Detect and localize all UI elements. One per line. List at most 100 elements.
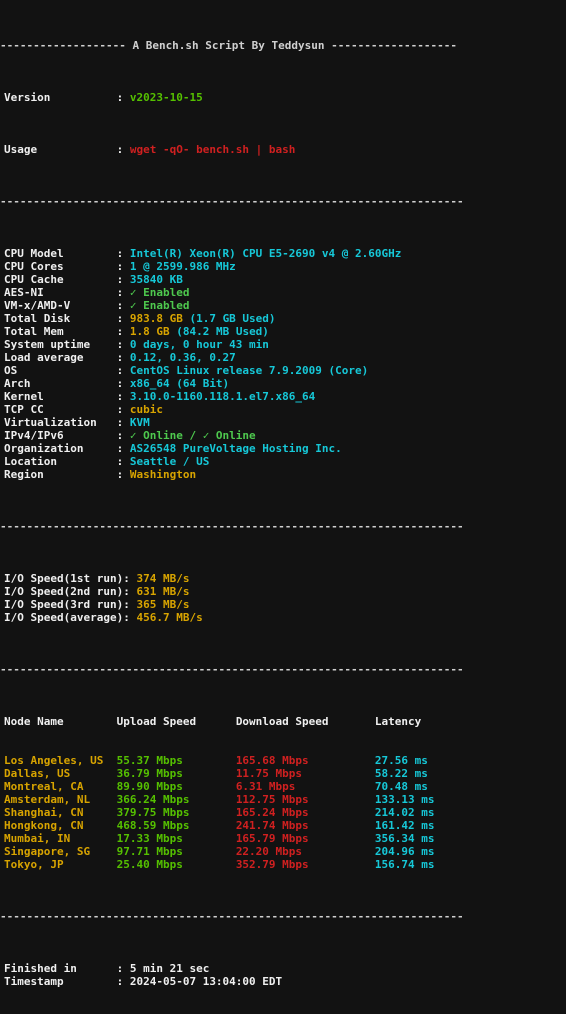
version-colon: : <box>117 91 130 104</box>
speedtest-upload-speed: 97.71 Mbps <box>117 845 236 858</box>
sysinfo-colon: : <box>117 299 130 312</box>
version-row: Version : v2023-10-15 <box>0 91 566 104</box>
speedtest-download-speed: 165.24 Mbps <box>236 806 375 819</box>
speedtest-latency: 27.56 ms <box>375 754 428 767</box>
sysinfo-value: ✓ Online / ✓ Online <box>130 429 256 442</box>
footer-row: Timestamp : 2024-05-07 13:04:00 EDT <box>0 975 566 988</box>
sysinfo-label: Organization <box>4 442 117 455</box>
sysinfo-colon: : <box>117 364 130 377</box>
speedtest-node-name: Amsterdam, NL <box>4 793 117 806</box>
sysinfo-colon: : <box>117 416 130 429</box>
speedtest-node-name: Dallas, US <box>4 767 117 780</box>
io-speed-label: I/O Speed(1st run) <box>4 572 123 585</box>
sysinfo-label: Region <box>4 468 117 481</box>
sysinfo-row: Organization : AS26548 PureVoltage Hosti… <box>0 442 566 455</box>
sysinfo-label: TCP CC <box>4 403 117 416</box>
io-speed-row: I/O Speed(2nd run): 631 MB/s <box>0 585 566 598</box>
speedtest-latency: 156.74 ms <box>375 858 435 871</box>
speedtest-row: Amsterdam, NL 366.24 Mbps 112.75 Mbps 13… <box>0 793 566 806</box>
io-speed-label: I/O Speed(average) <box>4 611 123 624</box>
speedtest-row: Hongkong, CN 468.59 Mbps 241.74 Mbps 161… <box>0 819 566 832</box>
sysinfo-label: System uptime <box>4 338 117 351</box>
speedtest-row: Shanghai, CN 379.75 Mbps 165.24 Mbps 214… <box>0 806 566 819</box>
sysinfo-value-extra: (84.2 MB Used) <box>170 325 269 338</box>
sysinfo-label: Location <box>4 455 117 468</box>
io-speed-block: I/O Speed(1st run): 374 MB/sI/O Speed(2n… <box>0 572 566 624</box>
speedtest-node-name: Hongkong, CN <box>4 819 117 832</box>
speedtest-download-speed: 6.31 Mbps <box>236 780 375 793</box>
speedtest-latency: 161.42 ms <box>375 819 435 832</box>
column-header-download-speed: Download Speed <box>236 715 375 728</box>
speedtest-node-name: Los Angeles, US <box>4 754 117 767</box>
sysinfo-value: ✓ Enabled <box>130 286 190 299</box>
speedtest-latency: 133.13 ms <box>375 793 435 806</box>
sysinfo-row: Location : Seattle / US <box>0 455 566 468</box>
sysinfo-value: KVM <box>130 416 150 429</box>
speedtest-row: Tokyo, JP 25.40 Mbps 352.79 Mbps 156.74 … <box>0 858 566 871</box>
sysinfo-row: CPU Model : Intel(R) Xeon(R) CPU E5-2690… <box>0 247 566 260</box>
usage-row: Usage : wget -qO- bench.sh | bash <box>0 143 566 156</box>
version-value: v2023-10-15 <box>130 91 203 104</box>
sysinfo-value: 3.10.0-1160.118.1.el7.x86_64 <box>130 390 315 403</box>
sysinfo-row: VM-x/AMD-V : ✓ Enabled <box>0 299 566 312</box>
sysinfo-row: TCP CC : cubic <box>0 403 566 416</box>
sysinfo-row: System uptime : 0 days, 0 hour 43 min <box>0 338 566 351</box>
speedtest-latency: 214.02 ms <box>375 806 435 819</box>
sysinfo-value: Intel(R) Xeon(R) CPU E5-2690 v4 @ 2.60GH… <box>130 247 402 260</box>
sysinfo-value: 1.8 GB <box>130 325 170 338</box>
io-speed-row: I/O Speed(3rd run): 365 MB/s <box>0 598 566 611</box>
sysinfo-label: Kernel <box>4 390 117 403</box>
speedtest-latency: 204.96 ms <box>375 845 435 858</box>
footer-row: Finished in : 5 min 21 sec <box>0 962 566 975</box>
sysinfo-row: Total Mem : 1.8 GB (84.2 MB Used) <box>0 325 566 338</box>
sysinfo-value: CentOS Linux release 7.9.2009 (Core) <box>130 364 368 377</box>
speedtest-upload-speed: 379.75 Mbps <box>117 806 236 819</box>
sysinfo-colon: : <box>117 390 130 403</box>
separator-line-3: ----------------------------------------… <box>0 663 566 676</box>
io-speed-row: I/O Speed(1st run): 374 MB/s <box>0 572 566 585</box>
sysinfo-colon: : <box>117 351 130 364</box>
speedtest-row: Dallas, US 36.79 Mbps 11.75 Mbps 58.22 m… <box>0 767 566 780</box>
speedtest-latency: 356.34 ms <box>375 832 435 845</box>
speedtest-latency: 58.22 ms <box>375 767 428 780</box>
speedtest-upload-speed: 468.59 Mbps <box>117 819 236 832</box>
speedtest-upload-speed: 36.79 Mbps <box>117 767 236 780</box>
sysinfo-value: Seattle / US <box>130 455 209 468</box>
sysinfo-value: 983.8 GB <box>130 312 183 325</box>
footer-value: 2024-05-07 13:04:00 EDT <box>130 975 282 988</box>
sysinfo-colon: : <box>117 442 130 455</box>
sysinfo-row: Virtualization : KVM <box>0 416 566 429</box>
io-speed-colon: : <box>123 611 136 624</box>
speedtest-upload-speed: 89.90 Mbps <box>117 780 236 793</box>
speedtest-download-speed: 11.75 Mbps <box>236 767 375 780</box>
speedtest-results-block: Los Angeles, US 55.37 Mbps 165.68 Mbps 2… <box>0 754 566 871</box>
usage-colon: : <box>117 143 130 156</box>
speedtest-download-speed: 165.68 Mbps <box>236 754 375 767</box>
sysinfo-value: 0.12, 0.36, 0.27 <box>130 351 236 364</box>
column-header-latency: Latency <box>375 715 421 728</box>
sysinfo-label: Total Disk <box>4 312 117 325</box>
sysinfo-colon: : <box>117 260 130 273</box>
separator-line-4: ----------------------------------------… <box>0 910 566 923</box>
footer-label: Timestamp <box>4 975 117 988</box>
footer-colon: : <box>117 962 130 975</box>
speedtest-row: Montreal, CA 89.90 Mbps 6.31 Mbps 70.48 … <box>0 780 566 793</box>
title-separator-line: ------------------- A Bench.sh Script By… <box>0 39 566 52</box>
footer-label: Finished in <box>4 962 117 975</box>
sysinfo-value-extra: (1.7 GB Used) <box>183 312 276 325</box>
io-speed-value: 456.7 MB/s <box>136 611 202 624</box>
speedtest-node-name: Shanghai, CN <box>4 806 117 819</box>
sysinfo-colon: : <box>117 312 130 325</box>
sysinfo-value: cubic <box>130 403 163 416</box>
sysinfo-value: x86_64 (64 Bit) <box>130 377 229 390</box>
sysinfo-row: Region : Washington <box>0 468 566 481</box>
sysinfo-row: CPU Cache : 35840 KB <box>0 273 566 286</box>
io-speed-row: I/O Speed(average): 456.7 MB/s <box>0 611 566 624</box>
sysinfo-row: CPU Cores : 1 @ 2599.986 MHz <box>0 260 566 273</box>
footer-block: Finished in : 5 min 21 secTimestamp : 20… <box>0 962 566 988</box>
io-speed-label: I/O Speed(2nd run) <box>4 585 123 598</box>
sysinfo-label: Total Mem <box>4 325 117 338</box>
system-info-block: CPU Model : Intel(R) Xeon(R) CPU E5-2690… <box>0 247 566 481</box>
speedtest-node-name: Montreal, CA <box>4 780 117 793</box>
sysinfo-label: CPU Model <box>4 247 117 260</box>
